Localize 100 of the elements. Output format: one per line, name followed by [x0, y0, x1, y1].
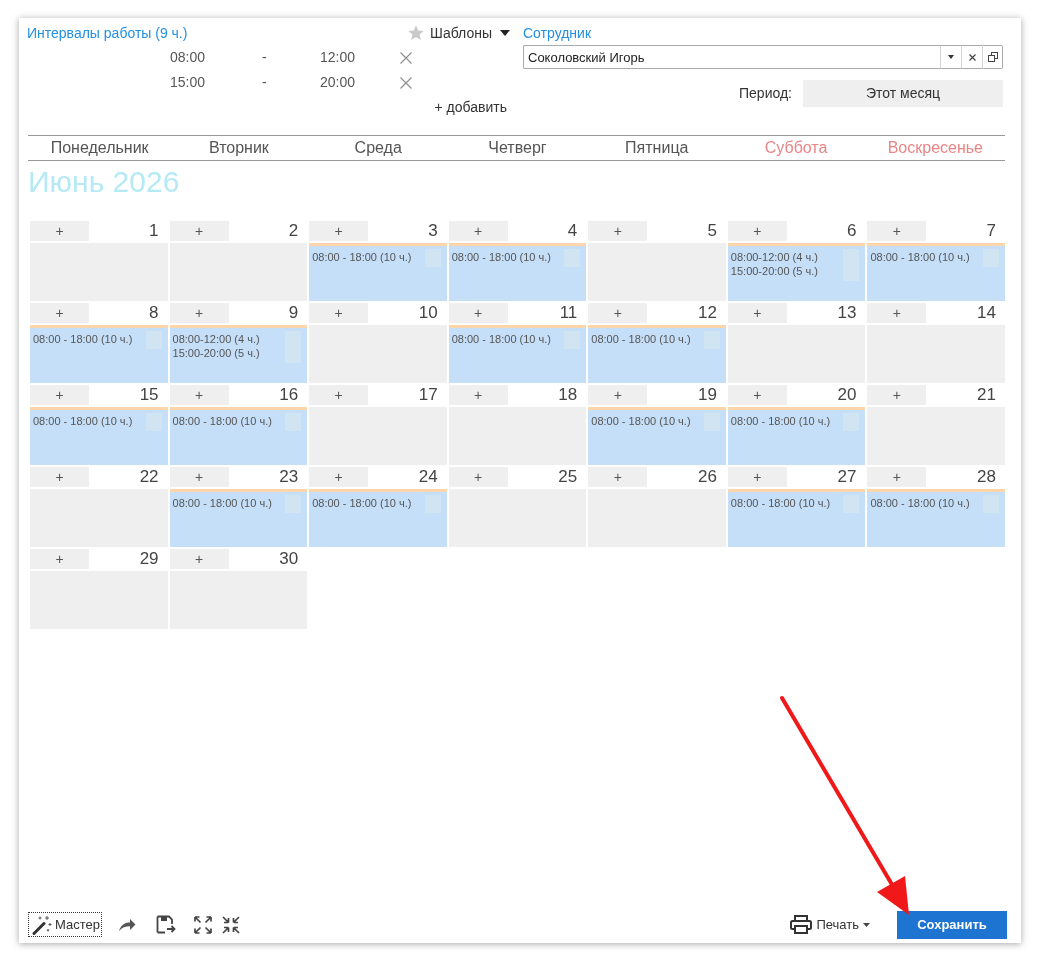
add-shift-button[interactable]: + [867, 221, 927, 241]
work-day-cell[interactable]: 08:00 - 18:00 (10 ч.) [448, 243, 587, 301]
clear-button[interactable] [961, 45, 982, 69]
day-number: 27 [836, 467, 858, 487]
work-day-cell[interactable]: 08:00-12:00 (4 ч.) 15:00-20:00 (5 ч.) [169, 325, 308, 383]
work-day-cell[interactable]: 08:00 - 18:00 (10 ч.) [588, 407, 726, 465]
add-interval-link[interactable]: + добавить [434, 96, 507, 118]
work-day-cell[interactable]: 08:00 - 18:00 (10 ч.) [30, 407, 168, 465]
work-day-cell[interactable]: 08:00 - 18:00 (10 ч.) [309, 243, 447, 301]
add-shift-button[interactable]: + [30, 303, 89, 323]
add-shift-button[interactable]: + [169, 467, 229, 487]
add-shift-button[interactable]: + [588, 467, 648, 487]
shift-text: 08:00 - 18:00 (10 ч.) [172, 414, 272, 428]
month-title: Июнь 2026 [28, 165, 181, 199]
add-shift-button[interactable]: + [448, 385, 508, 405]
shift-text: 08:00 - 18:00 (10 ч.) [33, 332, 133, 346]
add-shift-button[interactable]: + [169, 303, 229, 323]
add-shift-button[interactable]: + [30, 385, 89, 405]
add-shift-button[interactable]: + [867, 303, 927, 323]
templates-button[interactable]: Шаблоны [430, 24, 510, 42]
add-shift-button[interactable]: + [588, 221, 648, 241]
add-shift-button[interactable]: + [169, 549, 229, 569]
add-shift-button[interactable]: + [588, 303, 648, 323]
printer-icon [790, 915, 813, 934]
add-shift-button[interactable]: + [448, 303, 508, 323]
day-number: 10 [417, 303, 439, 323]
save-icon[interactable] [156, 915, 176, 934]
weekday-header: Вторник [208, 138, 270, 158]
interval-start[interactable]: 15:00 [170, 72, 260, 93]
add-shift-button[interactable]: + [727, 385, 787, 405]
work-day-cell[interactable]: 08:00 - 18:00 (10 ч.) [727, 489, 866, 547]
shift-text: 08:00 - 18:00 (10 ч.) [870, 496, 970, 510]
day-number: 30 [278, 549, 300, 569]
add-shift-button[interactable]: + [169, 221, 229, 241]
work-day-cell[interactable]: 08:00 - 18:00 (10 ч.) [867, 243, 1005, 301]
add-shift-button[interactable]: + [867, 467, 927, 487]
add-shift-button[interactable]: + [867, 385, 927, 405]
add-shift-button[interactable]: + [309, 221, 369, 241]
day-number: 1 [148, 221, 160, 241]
add-shift-button[interactable]: + [309, 467, 369, 487]
add-shift-button[interactable]: + [30, 549, 89, 569]
shift-text: 15:00-20:00 (5 ч.) [172, 346, 260, 360]
add-shift-button[interactable]: + [588, 385, 648, 405]
add-shift-button[interactable]: + [727, 221, 787, 241]
dropdown-button[interactable] [940, 45, 961, 69]
expand-icon[interactable] [194, 915, 212, 934]
close-icon [968, 53, 976, 61]
day-number: 2 [287, 221, 300, 241]
add-shift-button[interactable]: + [309, 385, 369, 405]
period-label: Период: [739, 84, 792, 103]
work-day-cell[interactable]: 08:00 - 18:00 (10 ч.) [169, 407, 308, 465]
work-day-cell[interactable]: 08:00 - 18:00 (10 ч.) [30, 325, 168, 383]
interval-end[interactable]: 12:00 [320, 47, 400, 68]
shift-text: 08:00 - 18:00 (10 ч.) [312, 496, 412, 510]
shift-text: 08:00 - 18:00 (10 ч.) [730, 414, 831, 428]
interval-start[interactable]: 08:00 [170, 47, 260, 68]
work-day-cell[interactable]: 08:00-12:00 (4 ч.) 15:00-20:00 (5 ч.) [727, 243, 866, 301]
caret-icon [500, 30, 510, 36]
wizard-button[interactable]: Мастер [28, 912, 102, 937]
intervals-title: Интервалы работы (9 ч.) [27, 24, 188, 42]
add-shift-button[interactable]: + [30, 221, 89, 241]
add-shift-button[interactable]: + [30, 467, 89, 487]
work-day-cell[interactable]: 08:00 - 18:00 (10 ч.) [727, 407, 866, 465]
shift-text: 08:00 - 18:00 (10 ч.) [591, 414, 691, 428]
close-icon[interactable] [400, 76, 412, 89]
work-day-cell[interactable]: 08:00 - 18:00 (10 ч.) [448, 325, 587, 383]
add-shift-button[interactable]: + [727, 467, 787, 487]
period-button[interactable]: Этот месяц [803, 80, 1003, 107]
day-number: 20 [836, 385, 858, 405]
add-shift-button[interactable]: + [169, 385, 229, 405]
print-button[interactable]: Печать [790, 914, 870, 935]
day-number: 25 [557, 467, 579, 487]
day-number: 15 [138, 385, 160, 405]
day-number: 16 [278, 385, 300, 405]
save-button[interactable]: Сохранить [897, 910, 1007, 939]
interval-end[interactable]: 20:00 [320, 72, 400, 93]
day-number: 5 [706, 221, 718, 241]
day-number: 19 [696, 385, 718, 405]
open-button[interactable] [982, 45, 1003, 69]
add-shift-button[interactable]: + [727, 303, 787, 323]
redo-icon[interactable] [118, 917, 136, 932]
work-day-cell[interactable]: 08:00 - 18:00 (10 ч.) [309, 489, 447, 547]
day-number: 22 [138, 467, 160, 487]
shift-text: 08:00 - 18:00 (10 ч.) [33, 414, 133, 428]
work-day-cell[interactable]: 08:00 - 18:00 (10 ч.) [588, 325, 726, 383]
day-number: 9 [287, 303, 300, 323]
shift-text: 08:00-12:00 (4 ч.) [172, 332, 260, 346]
work-day-cell[interactable]: 08:00 - 18:00 (10 ч.) [867, 489, 1005, 547]
work-day-cell[interactable]: 08:00 - 18:00 (10 ч.) [169, 489, 308, 547]
day-number: 3 [427, 221, 439, 241]
day-number: 29 [138, 549, 160, 569]
add-shift-button[interactable]: + [448, 221, 508, 241]
add-shift-button[interactable]: + [448, 467, 508, 487]
employee-field[interactable]: Соколовский Игорь [523, 45, 940, 69]
shift-text: 08:00-12:00 (4 ч.) [730, 250, 818, 264]
collapse-icon[interactable] [222, 915, 240, 934]
day-number: 13 [836, 303, 858, 323]
close-icon[interactable] [400, 51, 412, 64]
star-icon[interactable] [408, 25, 425, 41]
add-shift-button[interactable]: + [309, 303, 369, 323]
